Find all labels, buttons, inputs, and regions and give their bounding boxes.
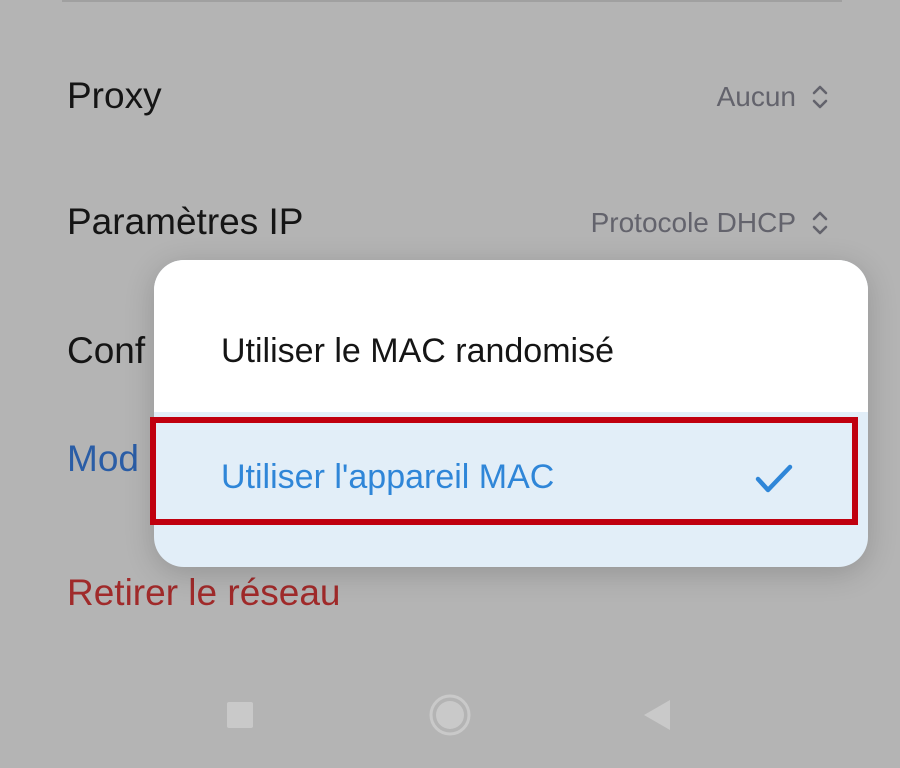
mac-option-randomized-label: Utiliser le MAC randomisé bbox=[221, 332, 614, 370]
ip-settings-row[interactable]: Paramètres IP Protocole DHCP bbox=[0, 181, 900, 261]
recents-button[interactable] bbox=[210, 692, 270, 752]
proxy-value-text: Aucun bbox=[716, 81, 796, 112]
up-down-chevron-icon bbox=[810, 208, 830, 238]
back-triangle-icon bbox=[630, 692, 690, 742]
mac-option-randomized[interactable]: Utiliser le MAC randomisé bbox=[154, 260, 868, 412]
proxy-label: Proxy bbox=[67, 75, 162, 116]
navigation-bar bbox=[0, 692, 900, 768]
ip-settings-value[interactable]: Protocole DHCP bbox=[591, 207, 830, 239]
back-button[interactable] bbox=[630, 692, 690, 752]
ip-settings-value-text: Protocole DHCP bbox=[590, 207, 796, 238]
recents-square-icon bbox=[210, 692, 270, 742]
modify-network-label: Mod bbox=[67, 438, 139, 479]
proxy-value[interactable]: Aucun bbox=[717, 81, 830, 113]
home-button[interactable] bbox=[420, 692, 480, 752]
top-divider bbox=[62, 0, 842, 2]
proxy-row[interactable]: Proxy Aucun bbox=[0, 55, 900, 135]
privacy-label: Conf bbox=[67, 330, 146, 371]
home-circle-icon bbox=[420, 692, 480, 742]
selection-highlight-box bbox=[150, 417, 858, 525]
ip-settings-label: Paramètres IP bbox=[67, 201, 304, 242]
up-down-chevron-icon bbox=[810, 82, 830, 112]
remove-network-label: Retirer le réseau bbox=[67, 572, 341, 613]
